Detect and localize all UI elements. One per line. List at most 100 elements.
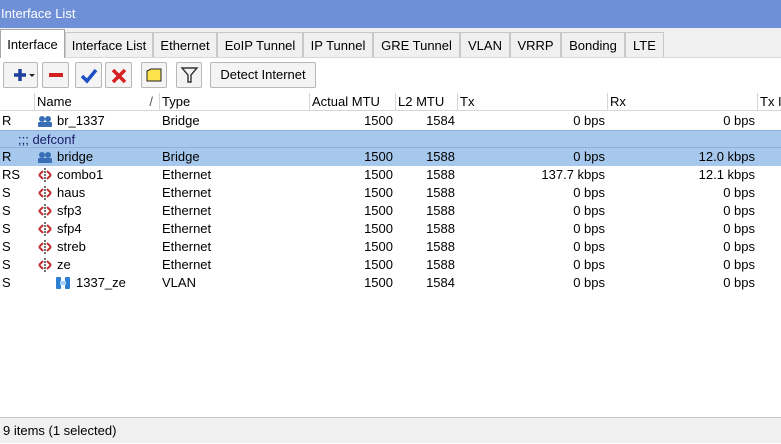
bridge-icon bbox=[38, 152, 52, 163]
table-row[interactable]: S sfp4 Ethernet 1500 1588 0 bps 0 bps bbox=[0, 220, 781, 238]
row-l2-mtu: 1584 bbox=[426, 113, 455, 128]
row-tx: 0 bps bbox=[573, 221, 605, 236]
row-l2-mtu: 1584 bbox=[426, 275, 455, 290]
row-type: Ethernet bbox=[162, 167, 212, 182]
ethernet-icon bbox=[38, 222, 52, 236]
tab-ip-tunnel[interactable]: IP Tunnel bbox=[303, 32, 373, 57]
column-header-actual-mtu[interactable]: Actual MTU bbox=[310, 93, 396, 111]
table-row[interactable]: S 1337_ze VLAN 1500 1584 0 bps 0 bps bbox=[0, 274, 781, 292]
row-type: Ethernet bbox=[162, 221, 212, 236]
comment-row[interactable]: ;;; defconf bbox=[0, 130, 781, 148]
row-flags: S bbox=[2, 203, 11, 218]
row-rx: 0 bps bbox=[723, 221, 755, 236]
table-row[interactable]: S ze Ethernet 1500 1588 0 bps 0 bps bbox=[0, 256, 781, 274]
column-header-type[interactable]: Type bbox=[160, 93, 310, 111]
table-row-selected[interactable]: R bridge Bridge 1500 1588 0 bps 12.0 kbp… bbox=[0, 148, 781, 166]
row-l2-mtu: 1588 bbox=[426, 221, 455, 236]
row-name: ze bbox=[57, 257, 71, 272]
row-actual-mtu: 1500 bbox=[364, 167, 393, 182]
row-rx: 0 bps bbox=[723, 113, 755, 128]
column-header-name[interactable]: Name / bbox=[35, 93, 160, 111]
row-actual-mtu: 1500 bbox=[364, 203, 393, 218]
row-name: br_1337 bbox=[57, 113, 105, 128]
remove-button[interactable] bbox=[42, 62, 69, 88]
row-l2-mtu: 1588 bbox=[426, 149, 455, 164]
table-row[interactable]: S haus Ethernet 1500 1588 0 bps 0 bps bbox=[0, 184, 781, 202]
tab-vrrp[interactable]: VRRP bbox=[510, 32, 561, 57]
row-tx: 0 bps bbox=[573, 203, 605, 218]
column-header-l2-mtu[interactable]: L2 MTU bbox=[396, 93, 458, 111]
tab-bar: Interface Interface List Ethernet EoIP T… bbox=[0, 28, 781, 58]
row-actual-mtu: 1500 bbox=[364, 149, 393, 164]
ethernet-icon bbox=[38, 186, 52, 200]
enable-button[interactable] bbox=[75, 62, 102, 88]
row-type: Ethernet bbox=[162, 239, 212, 254]
row-name: sfp4 bbox=[57, 221, 82, 236]
row-rx: 0 bps bbox=[723, 185, 755, 200]
row-name: 1337_ze bbox=[76, 275, 126, 290]
window-title: Interface List bbox=[0, 0, 781, 28]
row-l2-mtu: 1588 bbox=[426, 239, 455, 254]
cross-icon bbox=[111, 68, 127, 84]
row-type: Ethernet bbox=[162, 257, 212, 272]
tab-ethernet[interactable]: Ethernet bbox=[153, 32, 217, 57]
table-row[interactable]: R br_1337 Bridge 1500 1584 0 bps 0 bps bbox=[0, 112, 781, 130]
checkmark-icon bbox=[80, 68, 98, 84]
row-flags: R bbox=[2, 113, 12, 128]
row-name: bridge bbox=[57, 149, 94, 164]
column-header-tx[interactable]: Tx bbox=[458, 93, 608, 111]
row-flags: S bbox=[2, 221, 11, 236]
row-flags: S bbox=[2, 257, 11, 272]
row-flags: S bbox=[2, 185, 11, 200]
tab-interface-list[interactable]: Interface List bbox=[65, 32, 153, 57]
row-flags: R bbox=[2, 149, 12, 164]
column-header-name-label: Name bbox=[37, 94, 72, 109]
table-row[interactable]: S streb Ethernet 1500 1588 0 bps 0 bps bbox=[0, 238, 781, 256]
row-actual-mtu: 1500 bbox=[364, 257, 393, 272]
row-name: sfp3 bbox=[57, 203, 82, 218]
add-button[interactable] bbox=[3, 62, 38, 88]
row-type: VLAN bbox=[162, 275, 196, 290]
ethernet-icon bbox=[38, 258, 52, 272]
ethernet-icon bbox=[38, 168, 52, 182]
row-actual-mtu: 1500 bbox=[364, 185, 393, 200]
column-header-tx-packets[interactable]: Tx I bbox=[758, 93, 781, 111]
vlan-icon bbox=[56, 277, 70, 289]
row-tx: 0 bps bbox=[573, 275, 605, 290]
table-row[interactable]: RS combo1 Ethernet 1500 1588 137.7 kbps … bbox=[0, 166, 781, 184]
tab-lte[interactable]: LTE bbox=[625, 32, 664, 57]
table-row[interactable]: S sfp3 Ethernet 1500 1588 0 bps 0 bps bbox=[0, 202, 781, 220]
column-header-flags[interactable] bbox=[0, 93, 35, 111]
row-rx: 12.1 kbps bbox=[698, 167, 755, 182]
plus-dropdown-icon bbox=[14, 69, 35, 81]
column-header-rx[interactable]: Rx bbox=[608, 93, 758, 111]
tab-eoip-tunnel[interactable]: EoIP Tunnel bbox=[217, 32, 303, 57]
row-name: streb bbox=[57, 239, 86, 254]
row-actual-mtu: 1500 bbox=[364, 221, 393, 236]
tab-interface[interactable]: Interface bbox=[0, 29, 65, 58]
row-name: haus bbox=[57, 185, 86, 200]
filter-button[interactable] bbox=[176, 62, 202, 88]
row-rx: 12.0 kbps bbox=[698, 149, 755, 164]
tab-gre-tunnel[interactable]: GRE Tunnel bbox=[373, 32, 460, 57]
row-tx: 0 bps bbox=[573, 185, 605, 200]
row-flags: RS bbox=[2, 167, 21, 182]
disable-button[interactable] bbox=[105, 62, 132, 88]
row-l2-mtu: 1588 bbox=[426, 203, 455, 218]
row-type: Bridge bbox=[162, 149, 200, 164]
row-flags: S bbox=[2, 239, 11, 254]
row-flags: S bbox=[2, 275, 11, 290]
toolbar: Detect Internet bbox=[0, 57, 781, 91]
row-l2-mtu: 1588 bbox=[426, 185, 455, 200]
row-name: combo1 bbox=[57, 167, 104, 182]
tab-vlan[interactable]: VLAN bbox=[460, 32, 510, 57]
comment-button[interactable] bbox=[141, 62, 167, 88]
ethernet-icon bbox=[38, 240, 52, 254]
bridge-icon bbox=[38, 116, 52, 127]
row-rx: 0 bps bbox=[723, 203, 755, 218]
row-tx: 137.7 kbps bbox=[541, 167, 605, 182]
row-type: Bridge bbox=[162, 113, 200, 128]
tab-bonding[interactable]: Bonding bbox=[561, 32, 625, 57]
detect-internet-button[interactable]: Detect Internet bbox=[210, 62, 316, 88]
comment-icon bbox=[146, 68, 162, 82]
